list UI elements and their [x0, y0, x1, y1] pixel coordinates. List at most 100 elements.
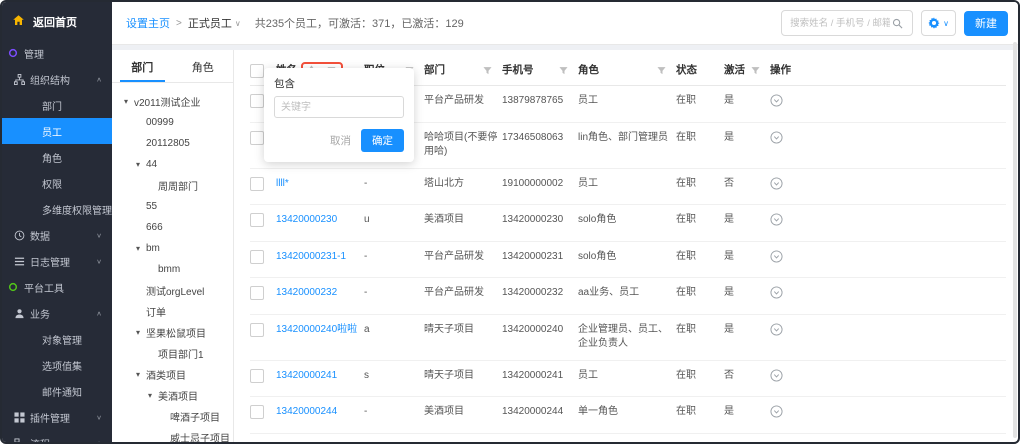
sidebar-item-workflow[interactable]: 流程∧	[2, 430, 112, 444]
employee-name-link[interactable]: 13420000244	[276, 406, 337, 417]
tree-node[interactable]: ▾bm	[112, 238, 233, 259]
row-checkbox[interactable]	[250, 94, 264, 108]
row-actions-icon[interactable]	[770, 94, 783, 107]
tree-node[interactable]: 666	[112, 217, 233, 238]
sidebar-item-org-structure[interactable]: 组织结构∧	[2, 66, 112, 92]
employee-name-link[interactable]: 13420000230	[276, 214, 337, 225]
sidebar-item-data[interactable]: 数据∨	[2, 222, 112, 248]
row-actions-icon[interactable]	[770, 177, 783, 190]
tree-node[interactable]: 项目部门1	[112, 343, 233, 364]
employee-name-link[interactable]: 13420000240啦啦	[276, 324, 357, 335]
row-checkbox[interactable]	[250, 177, 264, 191]
caret-down-icon[interactable]: ▾	[136, 244, 146, 253]
tree-node[interactable]: ▾美酒项目	[112, 385, 233, 406]
tree-node[interactable]: 订单	[112, 301, 233, 322]
sidebar-item-platform-tools[interactable]: 平台工具	[2, 274, 112, 300]
tree-node[interactable]: 00999	[112, 112, 233, 133]
caret-down-icon[interactable]: ▾	[136, 370, 146, 379]
select-all-checkbox[interactable]	[250, 64, 264, 78]
filter-icon[interactable]	[657, 66, 672, 75]
tab-role[interactable]: 角色	[173, 56, 234, 82]
row-checkbox[interactable]	[250, 286, 264, 300]
sidebar-item-plugin-management[interactable]: 插件管理∨	[2, 404, 112, 430]
sidebar-item-email-notification[interactable]: 邮件通知	[2, 378, 112, 404]
column-label-activated: 激活	[724, 63, 745, 78]
row-checkbox[interactable]	[250, 213, 264, 227]
employee-name-link[interactable]: 13420000231-1	[276, 251, 346, 262]
sidebar-item-permission[interactable]: 权限	[2, 170, 112, 196]
row-checkbox[interactable]	[250, 250, 264, 264]
cell-status: 在职	[676, 278, 724, 314]
employee-name-link[interactable]: 13420000241	[276, 370, 337, 381]
cell-action	[770, 242, 1006, 278]
breadcrumb-caret-icon[interactable]: ∨	[235, 19, 241, 28]
sidebar-item-object-management[interactable]: 对象管理	[2, 326, 112, 352]
employee-name-link[interactable]: 13420000232	[276, 287, 337, 298]
row-checkbox[interactable]	[250, 405, 264, 419]
sidebar-item-business[interactable]: 业务∧	[2, 300, 112, 326]
sidebar-item-multi-dim-permission[interactable]: 多维度权限管理	[2, 196, 112, 222]
row-actions-icon[interactable]	[770, 442, 783, 443]
cell-position: -	[364, 278, 424, 314]
tree-node[interactable]: 周周部门	[112, 175, 233, 196]
breadcrumb-current[interactable]: 正式员工	[188, 15, 232, 31]
create-new-button[interactable]: 新建	[964, 11, 1008, 36]
sidebar-item-option-value-set[interactable]: 选项值集	[2, 352, 112, 378]
tree-node[interactable]: 测试orgLevel	[112, 280, 233, 301]
row-actions-icon[interactable]	[770, 369, 783, 382]
table-row: 13420000244-美酒项目13420000244单一角色在职是	[250, 397, 1006, 434]
search-input[interactable]	[788, 17, 892, 30]
row-checkbox[interactable]	[250, 369, 264, 383]
caret-down-icon[interactable]: ▾	[136, 160, 146, 169]
cell-action	[770, 123, 1006, 168]
cell-name: 13420000231-1	[276, 242, 364, 278]
cell-name: llll*	[276, 169, 364, 205]
tree-node[interactable]: ▾44	[112, 154, 233, 175]
sidebar-item-role[interactable]: 角色	[2, 144, 112, 170]
filter-confirm-button[interactable]: 确定	[361, 129, 404, 152]
tree-node[interactable]: 啤酒子项目	[112, 406, 233, 427]
cell-name: 13420000241	[276, 361, 364, 397]
row-actions-icon[interactable]	[770, 405, 783, 418]
filter-icon[interactable]	[751, 66, 766, 75]
row-actions-icon[interactable]	[770, 250, 783, 263]
tree-node[interactable]: ▾坚果松鼠项目	[112, 322, 233, 343]
filter-cancel-button[interactable]: 取消	[330, 133, 351, 148]
tree-node[interactable]: ▾v2011测试企业	[112, 91, 233, 112]
breadcrumb-settings-home[interactable]: 设置主页	[126, 15, 170, 31]
cell-role: lin角色、部门管理员	[578, 123, 676, 168]
sidebar-item-employee[interactable]: 员工	[2, 118, 112, 144]
row-actions-icon[interactable]	[770, 286, 783, 299]
row-checkbox[interactable]	[250, 323, 264, 337]
back-home-button[interactable]: 返回首页	[2, 2, 112, 40]
filter-keyword-input[interactable]	[274, 96, 404, 118]
filter-icon[interactable]	[559, 66, 574, 75]
row-checkbox[interactable]	[250, 131, 264, 145]
filter-icon[interactable]	[483, 66, 498, 75]
row-checkbox[interactable]	[250, 442, 264, 443]
tree-node[interactable]: 55	[112, 196, 233, 217]
sidebar-item-log-management[interactable]: 日志管理∨	[2, 248, 112, 274]
tree-node[interactable]: 20112805	[112, 133, 233, 154]
caret-down-icon[interactable]: ▾	[124, 97, 134, 106]
settings-dropdown-button[interactable]: ∨	[921, 10, 956, 36]
row-actions-icon[interactable]	[770, 323, 783, 336]
tree-node[interactable]: ▾酒类项目	[112, 364, 233, 385]
caret-down-icon[interactable]: ▾	[136, 328, 146, 337]
sidebar: 返回首页 管理组织结构∧部门员工角色权限多维度权限管理数据∨日志管理∨平台工具业…	[2, 2, 112, 442]
row-actions-icon[interactable]	[770, 131, 783, 144]
employee-name-link[interactable]: llll*	[276, 178, 289, 189]
tab-department[interactable]: 部门	[112, 56, 173, 82]
gear-icon	[928, 17, 940, 29]
cell-action	[770, 315, 1006, 360]
sidebar-item-manage[interactable]: 管理	[2, 40, 112, 66]
search-icon[interactable]	[892, 18, 903, 29]
vertical-scrollbar[interactable]	[1013, 42, 1017, 438]
tree-node[interactable]: 威士忌子项目	[112, 427, 233, 442]
caret-down-icon[interactable]: ▾	[148, 391, 158, 400]
clock-icon	[14, 230, 25, 241]
tree-node-label: 啤酒子项目	[170, 409, 220, 424]
row-actions-icon[interactable]	[770, 213, 783, 226]
tree-node[interactable]: bmm	[112, 259, 233, 280]
sidebar-item-department[interactable]: 部门	[2, 92, 112, 118]
